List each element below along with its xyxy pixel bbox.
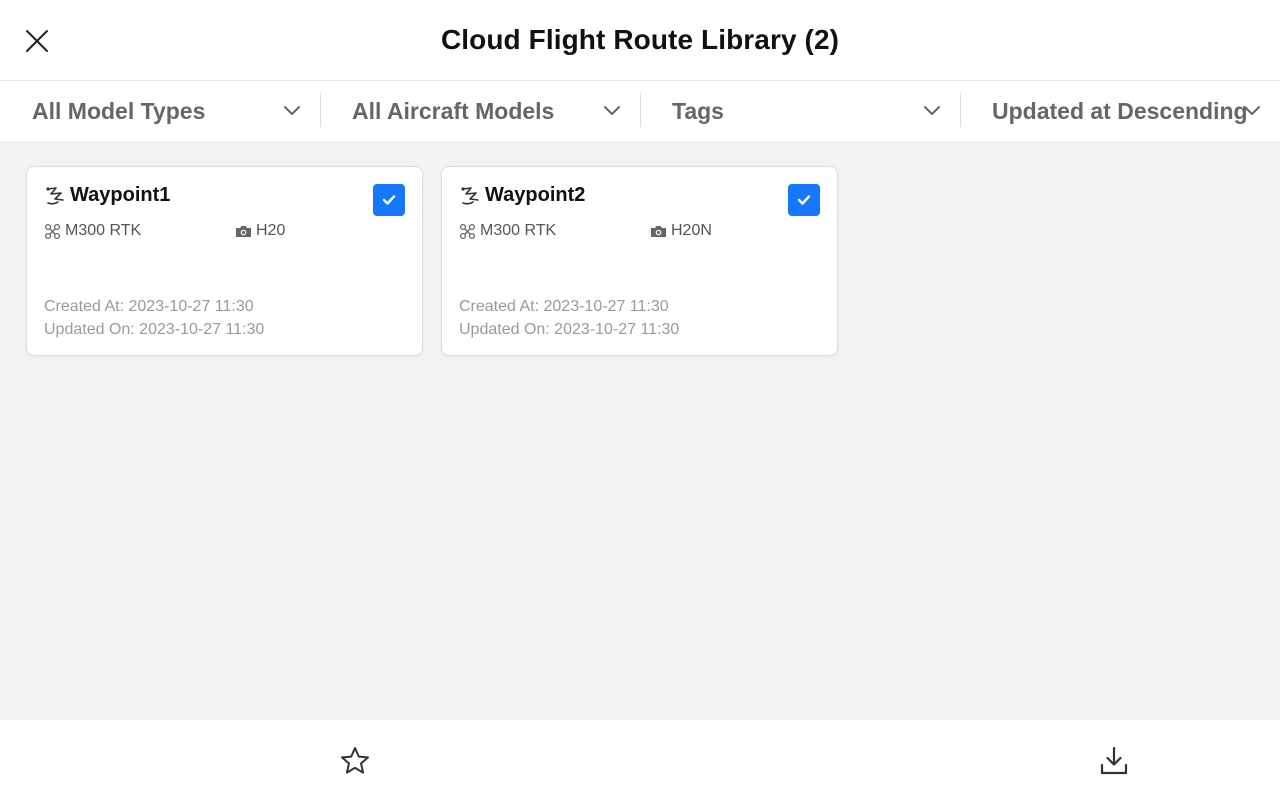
download-button[interactable] [1097, 744, 1131, 778]
select-checkbox[interactable] [373, 184, 405, 216]
check-icon [797, 195, 811, 205]
route-library-screen: Cloud Flight Route Library (2) All Model… [0, 0, 1280, 800]
filter-label: All Aircraft Models [352, 97, 555, 124]
filter-tags[interactable]: Tags [640, 81, 960, 141]
filter-aircraft-models[interactable]: All Aircraft Models [320, 81, 640, 141]
route-card[interactable]: Waypoint1 M300 RTK H20 Created At: 2023-… [26, 166, 423, 356]
filter-sort-order[interactable]: Updated at Descending [960, 81, 1280, 141]
favorite-button[interactable] [338, 744, 372, 778]
created-at: Created At: 2023-10-27 11:30 [44, 298, 254, 315]
filter-bar: All Model Types All Aircraft Models Tags… [0, 81, 1280, 141]
card-title-row: Waypoint1 [44, 184, 170, 207]
filter-model-types[interactable]: All Model Types [0, 81, 320, 141]
star-icon [341, 747, 369, 774]
bottom-action-bar [0, 720, 1280, 800]
card-dates: Created At: 2023-10-27 11:30 Updated On:… [459, 295, 679, 341]
page-title: Cloud Flight Route Library (2) [440, 24, 840, 55]
waypoint-route-icon [461, 186, 479, 205]
camera-model-label: H20 [256, 222, 286, 239]
chevron-down-icon [284, 106, 300, 115]
aircraft-model-label: M300 RTK [65, 222, 142, 239]
close-icon [26, 30, 48, 52]
camera-icon [236, 225, 251, 237]
chevron-down-icon [924, 106, 940, 115]
filter-label: Tags [672, 97, 724, 124]
drone-icon [44, 223, 61, 239]
chevron-down-icon [1244, 106, 1260, 115]
camera-model: H20N [650, 222, 712, 240]
select-checkbox[interactable] [788, 184, 820, 216]
download-icon [1100, 746, 1128, 775]
aircraft-model-label: M300 RTK [480, 222, 557, 239]
close-button[interactable] [18, 22, 56, 60]
route-name: Waypoint2 [485, 184, 586, 206]
updated-on: Updated On: 2023-10-27 11:30 [459, 321, 680, 338]
header: Cloud Flight Route Library (2) [0, 0, 1280, 81]
route-list: Waypoint1 M300 RTK H20 Created At: 2023-… [0, 141, 1280, 720]
chevron-down-icon [604, 106, 620, 115]
route-card[interactable]: Waypoint2 M300 RTK H20N Created At: 2023… [441, 166, 838, 356]
aircraft-model: M300 RTK [44, 222, 141, 240]
card-dates: Created At: 2023-10-27 11:30 Updated On:… [44, 295, 264, 341]
camera-model-label: H20N [671, 222, 712, 239]
waypoint-route-icon [46, 186, 64, 205]
updated-on: Updated On: 2023-10-27 11:30 [44, 321, 265, 338]
card-meta: M300 RTK H20 [44, 222, 404, 244]
route-name: Waypoint1 [70, 184, 171, 206]
check-icon [382, 195, 396, 205]
camera-icon [651, 225, 666, 237]
card-title-row: Waypoint2 [459, 184, 585, 207]
created-at: Created At: 2023-10-27 11:30 [459, 298, 669, 315]
camera-model: H20 [235, 222, 285, 240]
card-meta: M300 RTK H20N [459, 222, 819, 244]
drone-icon [459, 223, 476, 239]
filter-label: Updated at Descending [992, 97, 1248, 124]
filter-label: All Model Types [32, 97, 206, 124]
aircraft-model: M300 RTK [459, 222, 556, 240]
